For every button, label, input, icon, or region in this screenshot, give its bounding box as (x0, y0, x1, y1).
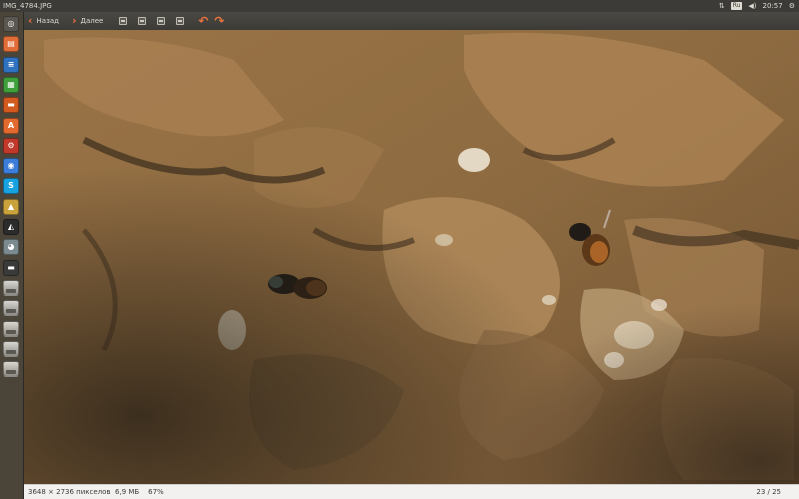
zoom-normal-icon[interactable] (157, 17, 166, 25)
launcher: ◎ ▤ ≡ ▦ ▬ A ⚙ ◉ S ▲ ◭ ◕ ▬ (0, 12, 24, 499)
rotate-left-icon[interactable]: ↶ (198, 12, 208, 30)
launcher-ubuntu-software-center-icon[interactable]: A (3, 117, 19, 134)
zoom-out-icon[interactable] (138, 17, 147, 25)
launcher-image-viewer-icon[interactable]: ▲ (3, 198, 19, 215)
keyboard-layout-indicator[interactable]: Ru (730, 2, 743, 10)
zoom-in-icon[interactable] (119, 17, 128, 25)
window-title: IMG_4784.JPG (3, 2, 52, 10)
indicator-area: ⇅ Ru ◀) 20:57 ⚙ (719, 1, 795, 11)
launcher-libreoffice-calc-icon[interactable]: ▦ (3, 76, 19, 93)
forward-label: Далее (80, 17, 104, 25)
forward-button[interactable]: › Далее (72, 12, 103, 30)
zoom-level: 67% (148, 488, 164, 496)
viewer-toolbar: ‹ Назад › Далее ↶ ↷ (24, 12, 799, 30)
launcher-drive-3-icon[interactable] (3, 320, 19, 337)
launcher-files-icon[interactable]: ▤ (3, 36, 19, 53)
photo-image (24, 30, 799, 484)
launcher-dash-home-icon[interactable]: ◎ (3, 16, 19, 32)
image-dimensions: 3648 × 2736 пикселов (28, 488, 111, 496)
status-bar: 3648 × 2736 пикселов 6,9 МБ 67% 23 / 25 (24, 484, 799, 499)
session-gear-icon[interactable]: ⚙ (789, 1, 795, 11)
launcher-drive-2-icon[interactable] (3, 300, 19, 317)
launcher-drive-4-icon[interactable] (3, 340, 19, 357)
chevron-right-icon: › (71, 14, 77, 27)
photo-display[interactable] (24, 30, 799, 484)
launcher-usb-drive-icon[interactable]: ▬ (3, 259, 19, 276)
image-position: 23 / 25 (756, 488, 781, 496)
back-button[interactable]: ‹ Назад (28, 12, 59, 30)
file-size: 6,9 МБ (115, 488, 140, 496)
chevron-left-icon: ‹ (28, 14, 33, 27)
launcher-libreoffice-impress-icon[interactable]: ▬ (3, 97, 19, 114)
launcher-libreoffice-writer-icon[interactable]: ≡ (3, 56, 19, 73)
launcher-drive-1-icon[interactable] (3, 279, 19, 296)
clock[interactable]: 20:57 (763, 1, 783, 11)
launcher-settings-icon[interactable]: ⚙ (3, 137, 19, 154)
zoom-fit-icon[interactable] (176, 17, 185, 25)
launcher-chromium-icon[interactable]: ◉ (3, 158, 19, 175)
rotate-right-icon[interactable]: ↷ (214, 12, 224, 30)
top-panel: IMG_4784.JPG ⇅ Ru ◀) 20:57 ⚙ (0, 0, 799, 12)
launcher-chrome-icon[interactable]: ◕ (3, 239, 19, 256)
launcher-inkscape-icon[interactable]: ◭ (3, 219, 19, 235)
launcher-skype-icon[interactable]: S (3, 178, 19, 195)
volume-icon[interactable]: ◀) (748, 1, 756, 11)
launcher-drive-5-icon[interactable] (3, 361, 19, 378)
back-label: Назад (36, 17, 59, 25)
image-info: 3648 × 2736 пикселов 6,9 МБ 67% (28, 488, 164, 496)
network-icon[interactable]: ⇅ (719, 1, 725, 11)
